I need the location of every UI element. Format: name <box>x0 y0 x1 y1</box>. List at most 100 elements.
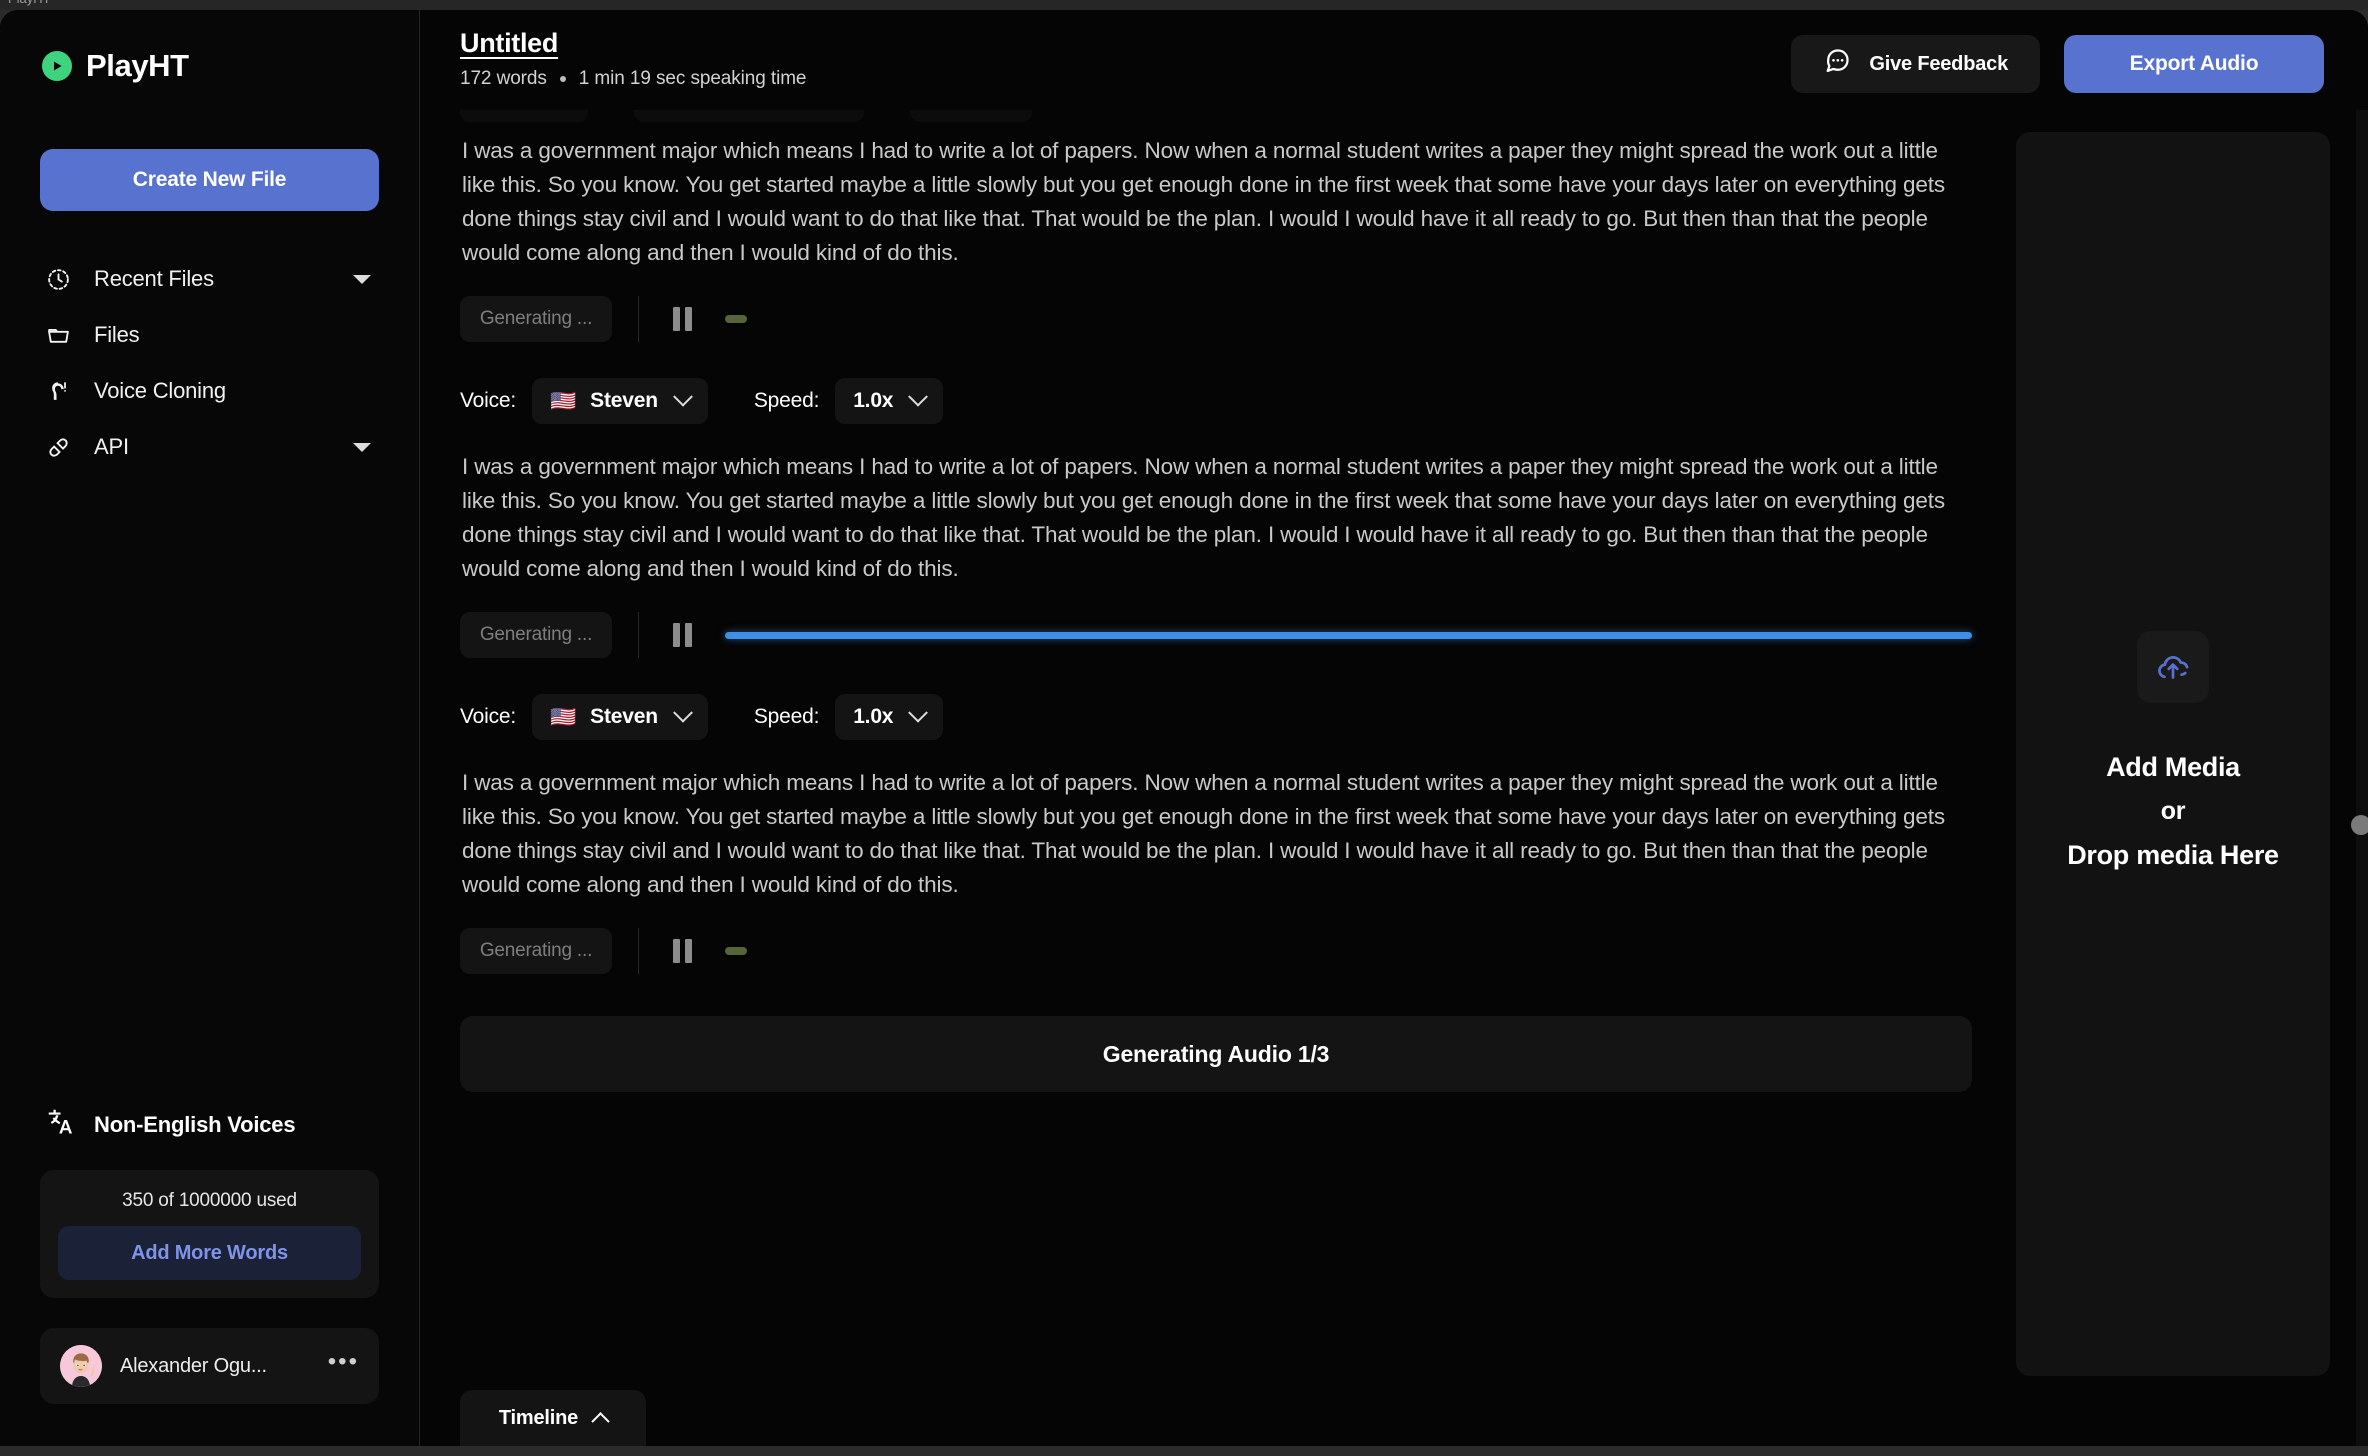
audio-block: I was a government major which means I h… <box>460 110 1972 342</box>
sidebar: PlayHT Create New File Recent Files File… <box>0 10 420 1446</box>
chevron-down-icon <box>908 386 929 407</box>
add-media-line1: Add Media <box>2106 752 2240 782</box>
block-paragraph[interactable]: I was a government major which means I h… <box>460 134 1972 270</box>
brand-name: PlayHT <box>86 48 189 83</box>
speed-label: Speed: <box>753 389 820 412</box>
ellipsis-icon[interactable]: ••• <box>328 1350 359 1375</box>
speed-label: Speed: <box>753 705 820 728</box>
cloud-upload-icon <box>2137 631 2209 703</box>
sidebar-item-label: Voice Cloning <box>94 378 226 403</box>
editor-media-split: I was a government major which means I h… <box>420 110 2368 1446</box>
export-audio-button[interactable]: Export Audio <box>2064 35 2324 93</box>
control-divider <box>638 928 639 974</box>
add-media-line3: Drop media Here <box>2067 840 2279 870</box>
voice-label: Voice: <box>460 389 517 412</box>
non-english-voices-label: Non-English Voices <box>94 1111 296 1137</box>
sidebar-nav: Recent Files Files Voice Cloning API <box>40 251 379 475</box>
control-divider <box>638 296 639 342</box>
word-count: 172 words <box>460 68 547 89</box>
voice-label: Voice: <box>460 705 517 728</box>
add-media-line2: or <box>2160 797 2186 825</box>
avatar <box>60 1345 102 1387</box>
chevron-down-icon <box>672 386 693 407</box>
separator-dot <box>559 76 566 82</box>
block-paragraph[interactable]: I was a government major which means I h… <box>460 766 1972 902</box>
add-media-dropzone[interactable]: Add Media or Drop media Here <box>2016 132 2330 1376</box>
generation-status-bar: Generating Audio 1/3 <box>460 1016 1972 1092</box>
chevron-down-icon[interactable] <box>353 274 371 284</box>
document-stats: 172 words 1 min 19 sec speaking time <box>460 68 1791 90</box>
give-feedback-button[interactable]: Give Feedback <box>1791 35 2040 93</box>
voice-speed-row: Voice: 🇺🇸 Steven Speed: 1.0x <box>460 694 1972 740</box>
timeline-bar: Timeline <box>460 1390 646 1446</box>
play-circle-icon <box>42 51 72 81</box>
non-english-voices-button[interactable]: Non-English Voices <box>40 1107 379 1142</box>
sidebar-item-recent-files[interactable]: Recent Files <box>40 251 379 307</box>
sidebar-item-files[interactable]: Files <box>40 307 379 363</box>
pause-icon[interactable] <box>661 930 703 972</box>
app-window: PlayHT Create New File Recent Files File… <box>0 10 2368 1446</box>
browser-chrome-sliver: PlayHT <box>0 0 2368 10</box>
pause-icon[interactable] <box>661 298 703 340</box>
translate-icon <box>46 1107 76 1142</box>
browser-tab-label: PlayHT <box>8 0 51 6</box>
speed-select[interactable]: 1.0x <box>835 378 944 424</box>
chevron-down-icon <box>908 702 929 723</box>
audio-progress-bar[interactable] <box>725 631 1972 639</box>
timeline-label: Timeline <box>498 1406 579 1429</box>
audio-block: I was a government major which means I h… <box>460 424 1972 658</box>
voice-select[interactable]: 🇺🇸 Steven <box>532 694 708 740</box>
sidebar-item-api[interactable]: API <box>40 419 379 475</box>
generating-chip: Generating ... <box>460 612 612 658</box>
waveform-area[interactable] <box>725 928 1972 974</box>
media-column: Add Media or Drop media Here <box>2016 110 2368 1446</box>
plug-connector-icon <box>44 433 72 461</box>
main-area: Untitled 172 words 1 min 19 sec speaking… <box>420 10 2368 1446</box>
voice-clone-icon <box>44 377 72 405</box>
give-feedback-label: Give Feedback <box>1869 52 2008 75</box>
chevron-down-icon <box>672 702 693 723</box>
control-divider <box>638 612 639 658</box>
block-paragraph[interactable]: I was a government major which means I h… <box>460 450 1972 586</box>
add-more-words-button[interactable]: Add More Words <box>58 1226 361 1280</box>
page-scrollbar[interactable] <box>2351 110 2368 1446</box>
speed-value: 1.0x <box>853 389 894 412</box>
audio-block: I was a government major which means I h… <box>460 740 1972 974</box>
usage-text: 350 of 1000000 used <box>122 1190 297 1211</box>
voice-select[interactable]: 🇺🇸 Steven <box>532 378 708 424</box>
timeline-toggle-button[interactable]: Timeline <box>460 1390 646 1446</box>
voice-speed-row: Voice: 🇺🇸 Steven Speed: 1.0x <box>460 378 1972 424</box>
clock-history-icon <box>44 265 72 293</box>
pause-icon[interactable] <box>661 614 703 656</box>
sidebar-item-voice-cloning[interactable]: Voice Cloning <box>40 363 379 419</box>
chevron-down-icon[interactable] <box>353 442 371 452</box>
user-name: Alexander Ogu... <box>120 1354 267 1377</box>
chevron-up-icon <box>591 1411 610 1431</box>
block-controls: Generating ... <box>460 928 1972 974</box>
voice-value: Steven <box>590 389 658 412</box>
waveform-stub <box>725 947 747 955</box>
user-profile-card[interactable]: Alexander Ogu... ••• <box>40 1328 379 1404</box>
waveform-area[interactable] <box>725 612 1972 658</box>
folder-icon <box>44 321 72 349</box>
waveform-stub <box>725 315 747 323</box>
generating-chip: Generating ... <box>460 296 612 342</box>
create-new-file-button[interactable]: Create New File <box>40 149 379 211</box>
top-bar: Untitled 172 words 1 min 19 sec speaking… <box>420 10 2368 110</box>
top-actions: Give Feedback Export Audio <box>1791 28 2324 93</box>
speed-select[interactable]: 1.0x <box>835 694 944 740</box>
flag-us-icon: 🇺🇸 <box>550 705 577 729</box>
editor-scroll-region[interactable]: I was a government major which means I h… <box>460 110 1972 1446</box>
scrollbar-thumb[interactable] <box>2351 815 2368 835</box>
document-title[interactable]: Untitled <box>460 28 558 59</box>
sidebar-item-label: Files <box>94 322 140 347</box>
voice-value: Steven <box>590 705 658 728</box>
waveform-area[interactable] <box>725 296 1972 342</box>
audio-progress-fill <box>725 631 1972 639</box>
flag-us-icon: 🇺🇸 <box>550 389 577 413</box>
generating-chip: Generating ... <box>460 928 612 974</box>
sidebar-item-label: API <box>94 434 129 459</box>
brand-logo[interactable]: PlayHT <box>42 48 379 84</box>
document-meta: Untitled 172 words 1 min 19 sec speaking… <box>460 28 1791 90</box>
